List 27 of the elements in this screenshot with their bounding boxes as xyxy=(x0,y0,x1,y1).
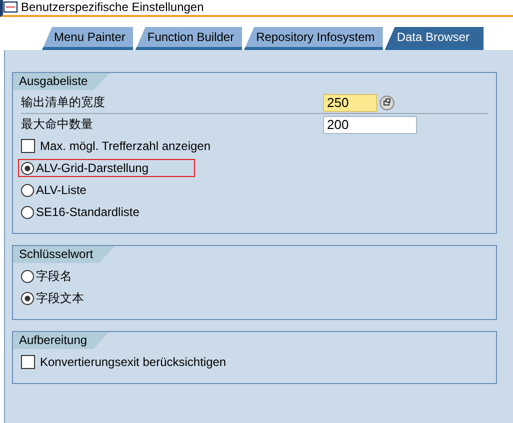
radio-button[interactable] xyxy=(21,206,34,218)
checkbox-label: Konvertierungsexit berücksichtigen xyxy=(40,355,226,369)
field-label: 最大命中数量 xyxy=(21,116,94,133)
radio-button[interactable] xyxy=(21,270,34,282)
radio-label: SE16-Standardliste xyxy=(36,205,140,219)
tab[interactable]: Function Builder xyxy=(135,27,242,50)
radio-button[interactable] xyxy=(21,292,34,304)
radio-button[interactable] xyxy=(21,184,34,196)
tab[interactable]: Menu Painter xyxy=(42,27,134,50)
window-title: Benutzerspezifische Einstellungen xyxy=(21,0,204,14)
field-label: 输出清单的宽度 xyxy=(21,94,106,111)
radio-label: 字段文本 xyxy=(36,290,84,306)
checkbox[interactable] xyxy=(21,355,35,369)
group-title: Ausgabeliste xyxy=(13,73,110,90)
group-title: Aufbereitung xyxy=(13,332,110,349)
radio-label: ALV-Liste xyxy=(36,183,86,197)
help-button-icon[interactable] xyxy=(379,94,395,110)
group-title: Schlüsselwort xyxy=(13,246,116,263)
radio-button[interactable] xyxy=(21,162,34,174)
checkbox[interactable] xyxy=(21,139,35,153)
radio-label: ALV-Grid-Darstellung xyxy=(36,161,148,175)
checkbox-label: Max. mögl. Trefferzahl anzeigen xyxy=(40,139,211,153)
input-field[interactable]: 250 xyxy=(323,94,377,112)
tab[interactable]: Data Browser xyxy=(384,27,484,50)
input-field[interactable]: 200 xyxy=(323,116,417,134)
tab[interactable]: Repository Infosystem xyxy=(244,27,383,50)
radio-label: 字段名 xyxy=(36,268,72,284)
